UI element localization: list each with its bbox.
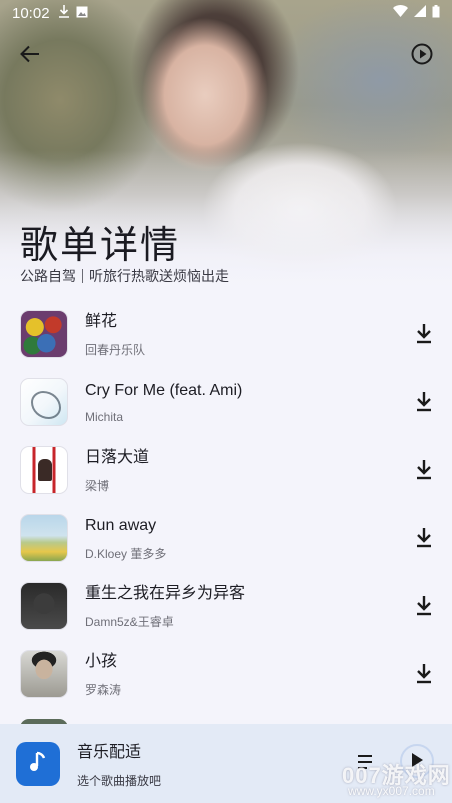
download-icon <box>414 460 434 486</box>
song-artist: D.Kloey 董多多 <box>85 546 167 561</box>
album-cover <box>20 378 68 426</box>
song-row[interactable]: Cry For Me (feat. Ami) Michita <box>0 368 452 436</box>
download-button[interactable] <box>414 662 434 686</box>
download-button[interactable] <box>414 526 434 550</box>
song-list: 鲜花 回春丹乐队 Cry For Me (feat. Ami) Michita … <box>0 300 452 708</box>
song-title: 日落大道 <box>85 448 150 466</box>
song-artist: Damn5z&王睿卓 <box>85 614 174 629</box>
song-artist: 回春丹乐队 <box>85 342 146 357</box>
music-note-icon <box>29 751 47 777</box>
song-artist: Michita <box>85 410 124 424</box>
arrow-left-icon <box>20 45 40 67</box>
song-title: Cry For Me (feat. Ami) <box>85 382 243 399</box>
song-title: 小孩 <box>85 652 118 670</box>
song-artist: 罗森涛 <box>85 682 122 697</box>
download-button[interactable] <box>414 594 434 618</box>
wifi-icon <box>393 5 408 21</box>
song-title: Run away <box>85 516 157 534</box>
album-cover <box>20 310 68 358</box>
download-icon <box>414 392 434 418</box>
album-cover <box>20 650 68 698</box>
status-bar: 10:02 <box>0 0 452 26</box>
song-row[interactable]: 鲜花 回春丹乐队 <box>0 300 452 368</box>
download-icon <box>414 528 434 554</box>
play-circle-icon <box>411 43 433 69</box>
player-title: 音乐配适 <box>77 742 142 761</box>
song-row[interactable]: 重生之我在异乡为异客 Damn5z&王睿卓 <box>0 572 452 640</box>
playlist-info: 公路自驾 听旅行热歌送烦恼出走 <box>20 266 229 286</box>
album-cover <box>20 514 68 562</box>
song-row[interactable]: Run away D.Kloey 董多多 <box>0 504 452 572</box>
download-button[interactable] <box>414 390 434 414</box>
playlist-description: 听旅行热歌送烦恼出走 <box>89 269 229 285</box>
download-button[interactable] <box>414 322 434 346</box>
song-title: 鲜花 <box>85 312 118 330</box>
download-button[interactable] <box>414 458 434 482</box>
page-title: 歌单详情 <box>20 223 181 267</box>
signal-icon <box>414 5 426 21</box>
watermark-url: www.yx007.com <box>348 784 435 798</box>
song-row[interactable]: 小孩 罗森涛 <box>0 640 452 708</box>
player-subtitle: 选个歌曲播放吧 <box>77 774 162 788</box>
download-icon <box>58 5 70 21</box>
battery-icon <box>432 4 440 22</box>
download-icon <box>414 664 434 690</box>
download-icon <box>414 596 434 622</box>
image-icon <box>76 6 88 21</box>
playlist-name: 公路自驾 <box>20 269 76 285</box>
download-icon <box>414 324 434 350</box>
album-cover <box>20 446 68 494</box>
song-artist: 梁博 <box>85 478 110 493</box>
song-row[interactable]: 日落大道 梁博 <box>0 436 452 504</box>
song-title: 重生之我在异乡为异客 <box>85 584 246 602</box>
play-all-button[interactable] <box>408 42 436 70</box>
album-cover <box>20 582 68 630</box>
player-artwork <box>16 741 60 786</box>
back-button[interactable] <box>16 42 44 70</box>
status-time: 10:02 <box>12 4 50 22</box>
divider <box>82 269 83 283</box>
